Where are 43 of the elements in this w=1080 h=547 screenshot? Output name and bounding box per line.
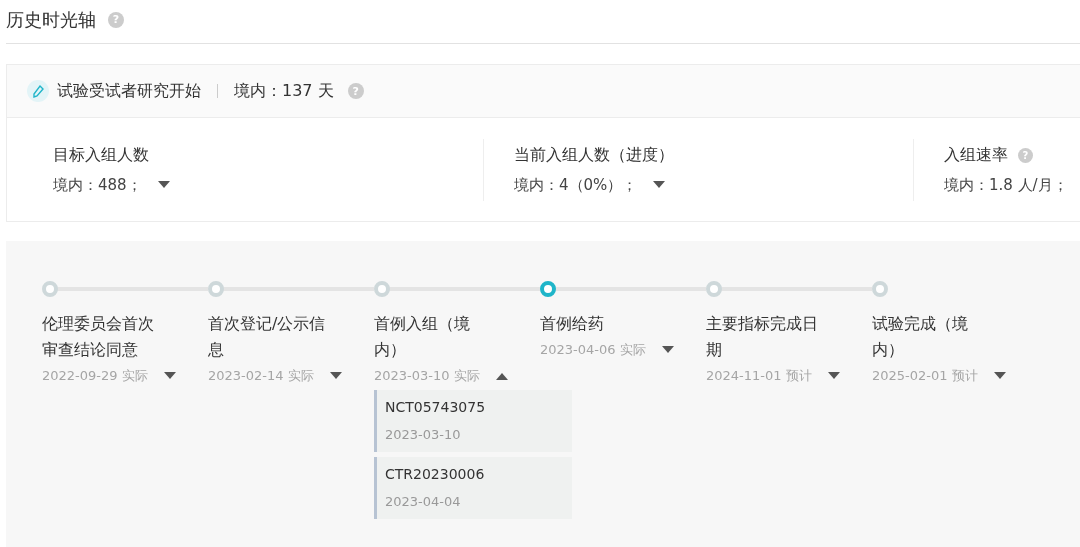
milestone-label: 首例入组（境内） xyxy=(374,313,471,361)
timeline-node[interactable] xyxy=(872,281,888,297)
registry-date: 2023-04-04 xyxy=(385,493,462,511)
registry-id: CTR20230006 xyxy=(385,465,486,484)
milestone-date: 2025-02-01 预计 xyxy=(872,367,978,385)
pencil-icon xyxy=(27,80,49,102)
milestone-label: 主要指标完成日期 xyxy=(706,313,819,361)
help-icon[interactable]: ? xyxy=(108,11,124,28)
help-icon[interactable]: ? xyxy=(1018,147,1033,163)
caret-down-icon[interactable] xyxy=(993,372,1006,380)
milestone-label: 首例给药 xyxy=(540,313,605,335)
summary-value: 境内：137 天 xyxy=(234,80,334,102)
milestone-date: 2022-09-29 实际 xyxy=(42,367,148,385)
milestone-date: 2023-03-10 实际 xyxy=(374,367,480,385)
milestone-date: 2023-02-14 实际 xyxy=(208,367,314,385)
caret-down-icon[interactable] xyxy=(661,346,674,354)
timeline-node[interactable] xyxy=(540,281,556,297)
milestone-date: 2024-11-01 预计 xyxy=(706,367,812,385)
section-title: 历史时光轴 xyxy=(6,7,96,32)
caret-icon[interactable] xyxy=(653,181,666,189)
milestone-date: 2023-04-06 实际 xyxy=(540,341,646,359)
milestone-label: 首次登记/公示信息 xyxy=(208,313,327,361)
milestone-label: 伦理委员会首次审查结论同意 xyxy=(42,313,155,361)
timeline-node[interactable] xyxy=(42,281,58,297)
timeline-node[interactable] xyxy=(208,281,224,297)
caret-up-icon[interactable] xyxy=(495,372,508,380)
caret-down-icon[interactable] xyxy=(163,372,176,380)
stat-label: 入组速率 xyxy=(944,144,1008,166)
stat-value: 境内：488； xyxy=(53,175,142,195)
registry-date: 2023-03-10 xyxy=(385,426,462,444)
stat-label: 当前入组人数（进度） xyxy=(514,144,674,166)
summary-label: 试验受试者研究开始 xyxy=(57,80,201,102)
caret-down-icon[interactable] xyxy=(329,372,342,380)
help-icon[interactable]: ? xyxy=(347,83,364,99)
stat-value: 境内：1.8 人/月； xyxy=(944,175,1068,195)
caret-icon[interactable] xyxy=(157,181,170,189)
caret-down-icon[interactable] xyxy=(827,372,840,380)
registry-id: NCT05743075 xyxy=(385,398,487,417)
timeline-node[interactable] xyxy=(374,281,390,297)
milestone-label: 试验完成（境内） xyxy=(872,313,969,361)
timeline-node[interactable] xyxy=(706,281,722,297)
stat-label: 目标入组人数 xyxy=(53,144,149,166)
stat-value: 境内：4（0%）； xyxy=(514,175,638,195)
